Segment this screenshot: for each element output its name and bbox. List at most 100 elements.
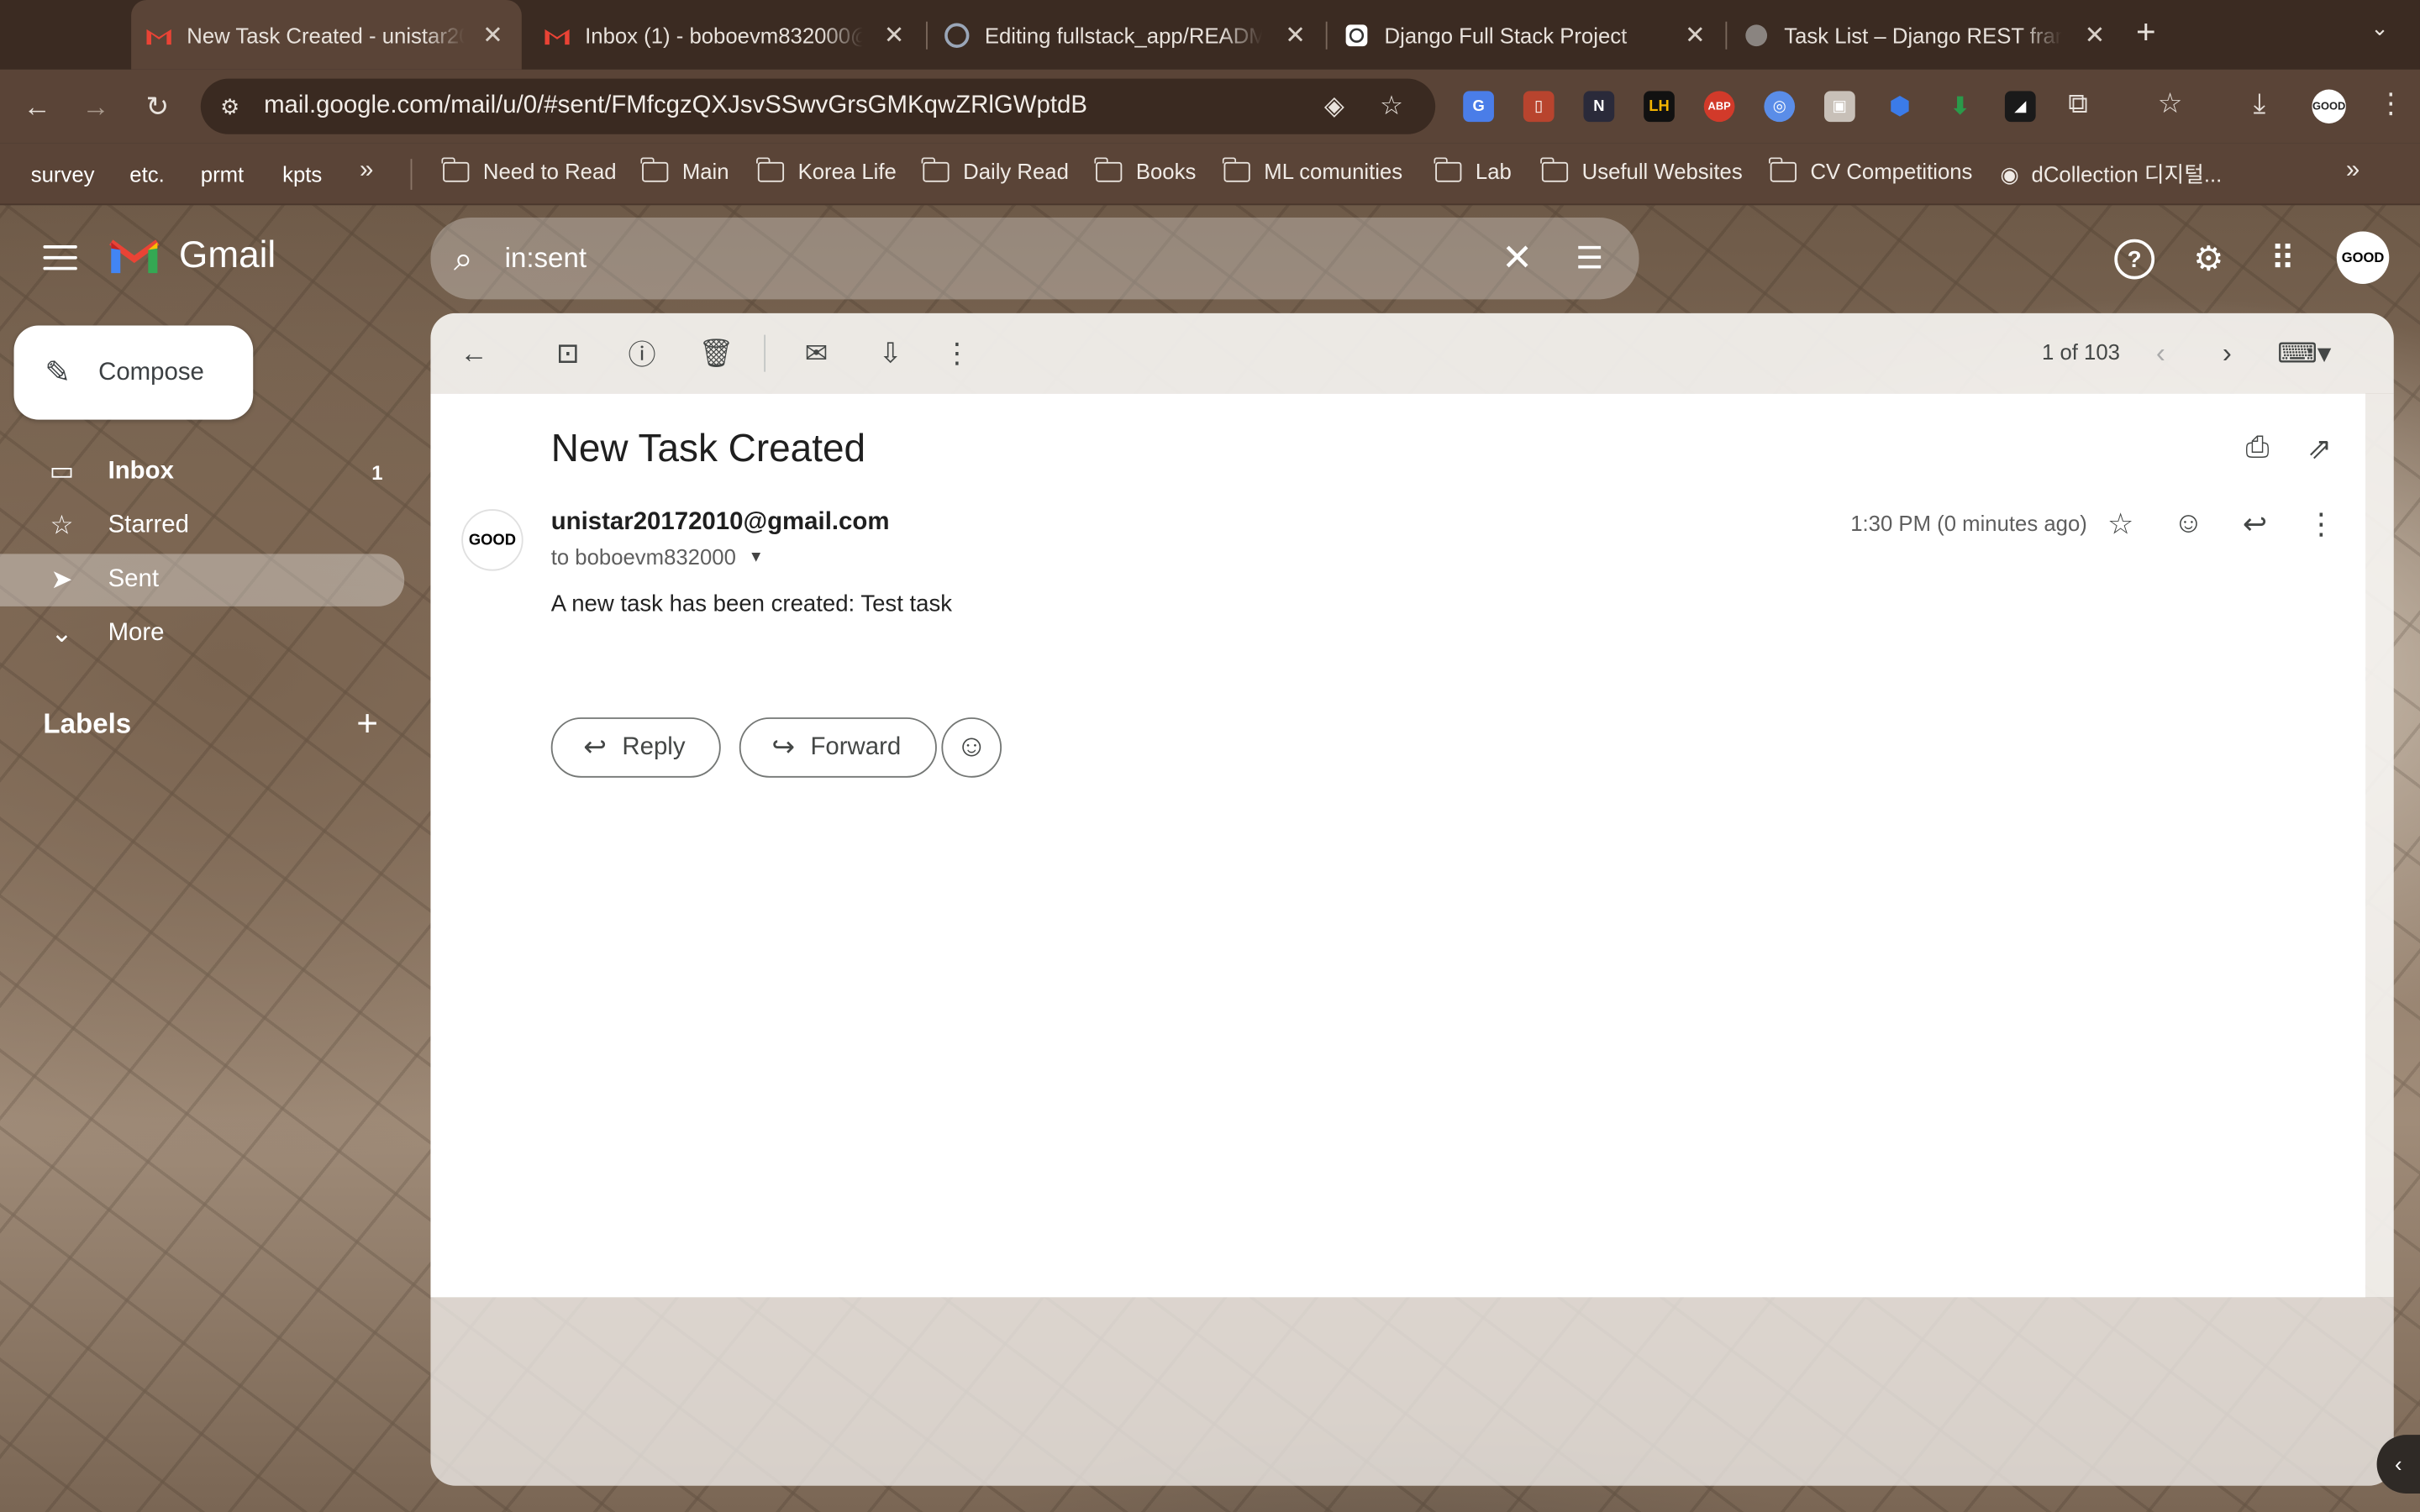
bookmark-chip-survey[interactable]: survey xyxy=(22,157,104,190)
search-ext-icon[interactable]: ◎ xyxy=(1764,91,1796,123)
tab-django-project[interactable]: Django Full Stack Project ✕ xyxy=(1328,0,1723,70)
downloads-icon[interactable]: ⤓ xyxy=(2254,88,2266,121)
new-tab-icon[interactable]: + xyxy=(2136,13,2156,53)
bookmark-folder-cv-competitions[interactable]: CV Competitions xyxy=(1769,156,1972,184)
help-icon[interactable]: ? xyxy=(2114,239,2155,280)
gmail-logo[interactable]: Gmail xyxy=(108,234,276,277)
download-ext-icon[interactable]: ⬇ xyxy=(1944,91,1975,122)
address-bar[interactable]: ⚙ mail.google.com/mail/u/0/#sent/FMfcgzQ… xyxy=(200,78,1436,134)
reply-button[interactable]: ↩ Reply xyxy=(550,717,721,778)
sidebar-item-label: Inbox xyxy=(108,458,174,485)
bookmark-folder-lab[interactable]: Lab xyxy=(1434,156,1512,184)
bookmark-folder-usefull-websites[interactable]: Usefull Websites xyxy=(1540,156,1743,184)
tab-search-chevron-icon[interactable]: ⌄ xyxy=(2370,15,2389,41)
bookmark-folder-ml-comunities[interactable]: ML comunities xyxy=(1223,156,1402,184)
bookmark-dcollection[interactable]: ◉ dCollection 디지털... xyxy=(2000,159,2222,190)
smiley-icon: ☺ xyxy=(955,729,987,764)
sender-email[interactable]: unistar20172010@gmail.com xyxy=(551,509,890,537)
search-input[interactable]: in:sent xyxy=(505,242,587,275)
older-chevron-icon[interactable]: › xyxy=(2208,335,2245,372)
newer-chevron-icon[interactable]: ‹ xyxy=(2142,335,2179,372)
bookmark-chip-kpts[interactable]: kpts xyxy=(273,157,331,190)
shield-ext-icon[interactable]: ⬢ xyxy=(1885,91,1916,122)
show-details-icon[interactable]: ▼ xyxy=(749,549,764,565)
delete-icon[interactable]: 🗑 xyxy=(697,335,734,372)
sidebar-item-inbox[interactable]: ▭ Inbox 1 xyxy=(0,446,404,498)
tab-github-readme[interactable]: Editing fullstack_app/READM ✕ xyxy=(929,0,1324,70)
mail-search-bar[interactable]: ⌕ in:sent ✕ ☰ xyxy=(430,217,1639,300)
lh-icon[interactable]: LH xyxy=(1644,91,1675,123)
input-tools-keyboard-icon[interactable]: ⌨▾ xyxy=(2274,335,2335,372)
emoji-reaction-button[interactable]: ☺ xyxy=(941,717,1002,778)
tab-new-task-created[interactable]: New Task Created - unistar20 ✕ xyxy=(131,0,522,70)
forward-button[interactable]: ↪ Forward xyxy=(739,717,937,778)
site-settings-icon[interactable]: ⚙ xyxy=(216,92,244,120)
translate-page-icon[interactable]: ◈ xyxy=(1324,91,1344,122)
reply-icon: ↩ xyxy=(583,731,608,763)
bookmark-chip-prmt[interactable]: prmt xyxy=(192,157,253,190)
move-to-icon[interactable]: ⇩ xyxy=(872,335,909,372)
sidebar-item-sent[interactable]: ➤ Sent xyxy=(0,554,405,606)
search-options-icon[interactable]: ☰ xyxy=(1576,239,1603,278)
back-to-list-icon[interactable]: ← xyxy=(455,335,492,372)
dark-ext-icon[interactable]: ◢ xyxy=(2004,91,2036,123)
search-icon[interactable]: ⌕ xyxy=(454,239,473,280)
open-new-window-icon[interactable]: ⇗ xyxy=(2307,432,2332,467)
extensions-puzzle-icon[interactable]: ⧉ xyxy=(2068,88,2088,121)
account-avatar[interactable]: GOOD xyxy=(2336,231,2390,284)
clear-search-icon[interactable]: ✕ xyxy=(1502,236,1533,281)
reload-icon[interactable]: ↻ xyxy=(139,88,176,125)
more-actions-icon[interactable]: ⋮ xyxy=(939,335,976,372)
sidebar-item-starred[interactable]: ☆ Starred xyxy=(0,500,404,552)
image-ext-icon[interactable]: ▣ xyxy=(1824,91,1855,123)
tab-title: Editing fullstack_app/READM xyxy=(984,22,1263,48)
recipient-line[interactable]: to boboevm832000 ▼ xyxy=(551,544,764,569)
back-arrow-icon[interactable]: ← xyxy=(18,88,55,125)
message-body: A new task has been created: Test task xyxy=(550,591,953,617)
main-menu-icon[interactable] xyxy=(43,241,77,275)
bookmark-folder-books[interactable]: Books xyxy=(1094,156,1196,184)
globe-icon xyxy=(1744,23,1769,47)
close-tab-icon[interactable]: ✕ xyxy=(482,19,503,50)
message-more-icon[interactable]: ⋮ xyxy=(2302,506,2339,543)
reply-icon[interactable]: ↩ xyxy=(2236,506,2273,543)
close-tab-icon[interactable]: ✕ xyxy=(1285,19,1306,50)
bookmark-folder-main[interactable]: Main xyxy=(640,156,729,184)
close-tab-icon[interactable]: ✕ xyxy=(884,19,905,50)
report-spam-icon[interactable]: ⓘ xyxy=(623,335,660,372)
close-tab-icon[interactable]: ✕ xyxy=(2085,19,2106,50)
forward-arrow-icon[interactable]: → xyxy=(77,88,114,125)
mark-unread-icon[interactable]: ✉ xyxy=(798,335,835,372)
settings-gear-icon[interactable]: ⚙ xyxy=(2188,239,2228,280)
apps-grid-icon[interactable]: ⠿ xyxy=(2263,239,2303,280)
bookmarks-overflow-icon[interactable]: » xyxy=(2346,157,2360,185)
add-reaction-icon[interactable]: ☺ xyxy=(2170,506,2207,543)
gmail-wordmark: Gmail xyxy=(179,234,276,276)
bookmark-star-icon[interactable]: ☆ xyxy=(1380,91,1403,122)
more-chevrons-icon[interactable]: » xyxy=(360,157,373,185)
bookmark-folder-daily-read[interactable]: Daily Read xyxy=(922,156,1069,184)
tab-separator xyxy=(1325,21,1328,50)
star-message-icon[interactable]: ☆ xyxy=(2102,506,2139,543)
add-label-icon[interactable]: + xyxy=(356,704,378,747)
google-translate-icon[interactable]: G xyxy=(1463,91,1494,123)
tab-inbox[interactable]: Inbox (1) - boboevm832000@ ✕ xyxy=(529,0,923,70)
tab-separator xyxy=(1725,21,1728,50)
close-tab-icon[interactable]: ✕ xyxy=(1685,19,1706,50)
tab-task-list-drf[interactable]: Task List – Django REST fram ✕ xyxy=(1728,0,2123,70)
bookmark-folder-need-to-read[interactable]: Need to Read xyxy=(442,156,617,184)
profile-avatar[interactable]: GOOD xyxy=(2312,89,2346,123)
sidebar-item-more[interactable]: ⌄ More xyxy=(0,608,404,660)
folder-icon xyxy=(1540,156,1569,181)
compose-button[interactable]: ✎ Compose xyxy=(13,325,254,420)
folder-icon xyxy=(640,156,669,181)
print-icon[interactable]: ⎙ xyxy=(2245,432,2269,465)
abp-icon[interactable]: ABP xyxy=(1703,91,1735,123)
bookmark-chip-etc[interactable]: etc. xyxy=(120,157,174,190)
archive-icon[interactable]: ⊡ xyxy=(550,335,587,372)
chrome-menu-icon[interactable]: ⋮ xyxy=(2377,88,2405,121)
reading-list-icon[interactable]: ☆ xyxy=(2158,88,2183,121)
pdf-icon[interactable]: ▯ xyxy=(1523,91,1555,123)
notion-icon[interactable]: N xyxy=(1583,91,1615,123)
bookmark-folder-korea-life[interactable]: Korea Life xyxy=(756,156,897,184)
